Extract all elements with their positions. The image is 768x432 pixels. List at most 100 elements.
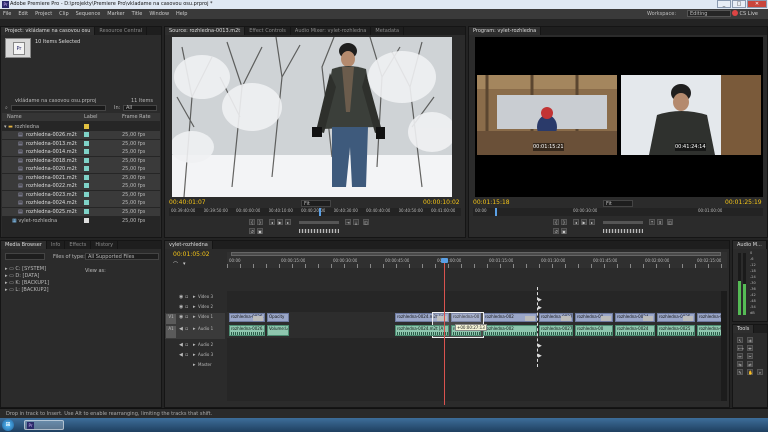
tab-effects[interactable]: Effects: [65, 241, 92, 249]
program-mark-in-button[interactable]: {: [553, 219, 559, 225]
menu-window[interactable]: Window: [149, 11, 169, 17]
lock-icon[interactable]: ▫: [185, 304, 188, 310]
search-in-dropdown[interactable]: All: [123, 105, 157, 111]
program-ruler[interactable]: 00:00 00:00:30:00 00:01:00:00: [473, 208, 763, 216]
program-step-forward-button[interactable]: ▸: [589, 219, 595, 225]
slip-tool-icon[interactable]: ⇆: [737, 361, 743, 367]
col-frame-rate[interactable]: Frame Rate: [122, 113, 151, 121]
program-mark-out-button[interactable]: }: [561, 219, 567, 225]
eye-icon[interactable]: ◉: [179, 314, 183, 320]
mark-in-button[interactable]: {: [249, 219, 255, 225]
menu-edit[interactable]: Edit: [18, 11, 28, 17]
menu-clip[interactable]: Clip: [59, 11, 68, 17]
track-header[interactable]: ◀ ▫ A1 ▸ Audio 1: [165, 325, 225, 339]
program-export-frame-button[interactable]: ◫: [667, 219, 673, 225]
snap-icon[interactable]: ⌒: [173, 261, 179, 268]
play-button[interactable]: ▶: [277, 219, 283, 225]
track-expand-icon[interactable]: ▸: [193, 294, 196, 300]
tab-media-browser[interactable]: Media Browser: [1, 241, 47, 249]
source-patch-icon[interactable]: V1: [166, 314, 176, 324]
lock-icon[interactable]: ▫: [185, 352, 188, 358]
track-select-tool-icon[interactable]: ⇉: [747, 337, 753, 343]
start-button[interactable]: ⊞: [2, 419, 14, 431]
cs-live-button[interactable]: CS Live: [731, 10, 765, 17]
track-header[interactable]: ◉ ▫ V1 ▸ Video 1: [165, 313, 225, 325]
search-icon[interactable]: ⌕: [5, 104, 8, 112]
video-clip[interactable]: Opacity: [267, 313, 289, 322]
extract-button[interactable]: ⇞: [657, 219, 663, 225]
program-playhead[interactable]: [495, 208, 497, 216]
tab-info[interactable]: Info: [47, 241, 66, 249]
source-patch-icon[interactable]: A1: [166, 326, 176, 338]
eye-icon[interactable]: ◉: [179, 304, 183, 310]
menu-file[interactable]: File: [3, 11, 11, 17]
drive-item[interactable]: ▸ ▭ L: [BACKUP2]: [5, 286, 49, 294]
source-zoom-dropdown[interactable]: Fit: [301, 200, 331, 207]
track-header[interactable]: ◀ ▫ ▸ Audio 3: [165, 351, 225, 361]
path-dropdown[interactable]: [5, 253, 45, 260]
zoom-bar[interactable]: [231, 252, 721, 256]
track-header[interactable]: ◉ ▫ ▸ Video 3: [165, 293, 225, 303]
menu-project[interactable]: Project: [35, 11, 52, 17]
audio-clip[interactable]: rozhledna-0024: [615, 325, 655, 336]
col-name[interactable]: Name: [7, 113, 22, 121]
taskbar-premiere-button[interactable]: Pr: [24, 420, 64, 430]
tab-project[interactable]: Project: vkládame na casovou osu: [1, 27, 96, 35]
track-header[interactable]: ◀ ▫ ▸ Audio 2: [165, 341, 225, 351]
menu-help[interactable]: Help: [176, 11, 187, 17]
track-expand-icon[interactable]: ▸: [193, 326, 196, 332]
track-expand-icon[interactable]: ▸: [193, 342, 196, 348]
col-label[interactable]: Label: [84, 113, 98, 121]
workspace-dropdown[interactable]: Editing: [687, 10, 731, 17]
jog-wheel[interactable]: [299, 229, 339, 233]
sequence-timecode[interactable]: 00:01:05:02: [173, 251, 210, 259]
export-frame-button[interactable]: ◫: [363, 219, 369, 225]
files-of-type-dropdown[interactable]: All Supported Files: [85, 253, 159, 260]
minimize-button[interactable]: _: [717, 0, 731, 8]
safe-margins-button[interactable]: ▣: [257, 228, 263, 234]
speaker-icon[interactable]: ◀: [179, 326, 183, 332]
track-expand-icon[interactable]: ▸: [193, 314, 196, 320]
track-header[interactable]: ▸ Master: [165, 361, 225, 371]
tab-audio-meters[interactable]: Audio M...: [733, 241, 767, 249]
overwrite-button[interactable]: ⤓: [353, 219, 359, 225]
mark-out-button[interactable]: }: [257, 219, 263, 225]
video-clip[interactable]: rozhledna-0024: [615, 313, 655, 322]
track-header[interactable]: ◉ ▫ ▸ Video 2: [165, 303, 225, 313]
selection-tool-icon[interactable]: ↖: [737, 337, 743, 343]
rate-stretch-tool-icon[interactable]: ↔: [737, 353, 743, 359]
program-loop-button[interactable]: ↺: [553, 228, 559, 234]
source-playhead[interactable]: [319, 208, 321, 216]
audio-clip[interactable]: rozhledna-0024.m2t [A]: [395, 325, 449, 336]
menu-title[interactable]: Title: [132, 11, 143, 17]
hand-tool-icon[interactable]: ✋: [747, 369, 753, 375]
lock-icon[interactable]: ▫: [185, 294, 188, 300]
video-clip[interactable]: rozhledna-002: [483, 313, 537, 322]
source-ruler[interactable]: 00:39:40:00 00:39:50:00 00:40:00:00 00:40:1…: [169, 208, 461, 216]
track-expand-icon[interactable]: ▸: [193, 362, 196, 368]
audio-clip[interactable]: rozhledna-002: [483, 325, 537, 336]
audio-clip[interactable]: rozhledna-00: [575, 325, 613, 336]
program-shuttle-slider[interactable]: [603, 221, 643, 224]
tab-sequence[interactable]: vylet-rozhledna: [165, 241, 213, 249]
speaker-icon[interactable]: ◀: [179, 342, 183, 348]
source-timecode[interactable]: 00:40:01:07: [169, 199, 206, 207]
eye-icon[interactable]: ◉: [179, 294, 183, 300]
program-zoom-dropdown[interactable]: Fit: [603, 200, 633, 207]
tab-metadata[interactable]: Metadata: [371, 27, 405, 35]
speaker-icon[interactable]: ◀: [179, 352, 183, 358]
track-expand-icon[interactable]: ▸: [193, 304, 196, 310]
insert-button[interactable]: ⇥: [345, 219, 351, 225]
step-back-button[interactable]: ◂: [269, 219, 275, 225]
step-forward-button[interactable]: ▸: [285, 219, 291, 225]
program-jog-wheel[interactable]: [603, 229, 643, 233]
menu-marker[interactable]: Marker: [107, 11, 124, 17]
folder-item[interactable]: ▾ ▬ rozhledna: [4, 123, 160, 131]
program-play-button[interactable]: ▶: [581, 219, 587, 225]
program-timecode[interactable]: 00:01:15:18: [473, 199, 510, 207]
audio-clip[interactable]: rozhledna-0027.m2t [A]: [539, 325, 573, 336]
slide-tool-icon[interactable]: ⇄: [747, 361, 753, 367]
timeline-scrollbar[interactable]: [721, 291, 727, 401]
tab-tools[interactable]: Tools: [733, 325, 755, 333]
tab-resource-central[interactable]: Resource Central: [95, 27, 148, 35]
